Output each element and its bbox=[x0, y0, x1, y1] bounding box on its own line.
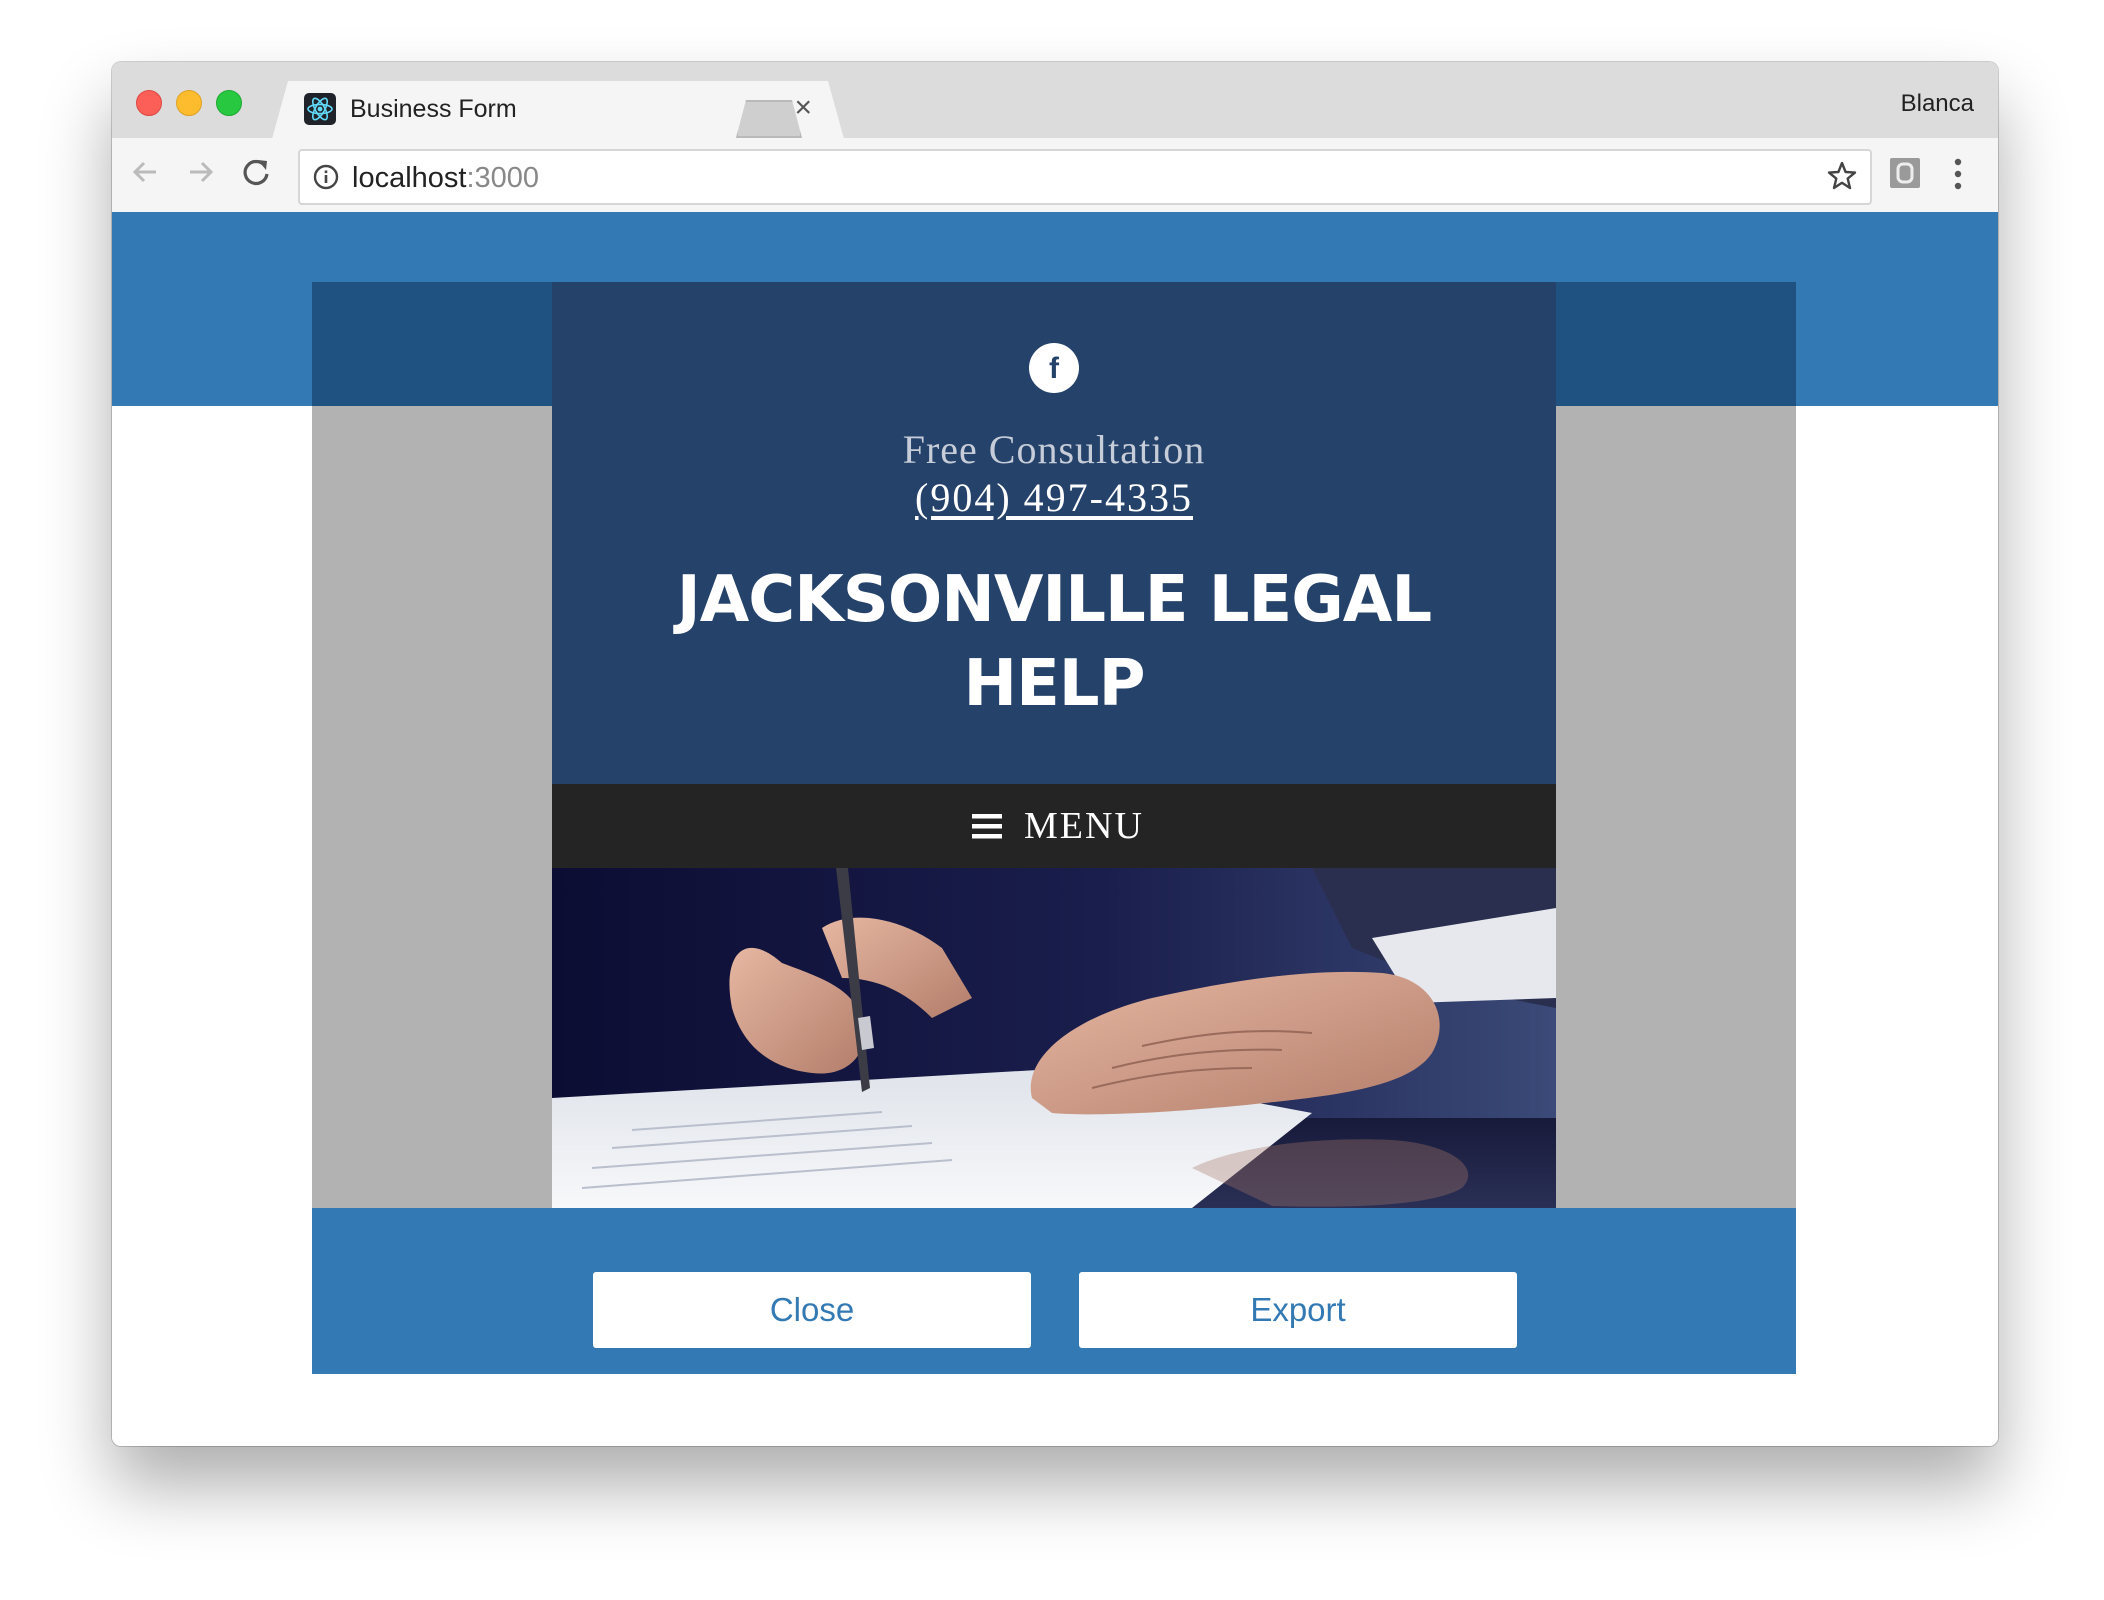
menu-bar[interactable]: MENU bbox=[552, 784, 1556, 868]
hamburger-icon[interactable] bbox=[970, 810, 1004, 842]
site-title: JACKSONVILLE LEGAL HELP bbox=[676, 563, 1432, 721]
bookmark-star-icon[interactable] bbox=[1826, 160, 1858, 192]
url-text: localhost:3000 bbox=[352, 162, 540, 194]
website-mockup: f Free Consultation (904) 497-4335 JACKS… bbox=[552, 282, 1556, 1208]
page-content: f Free Consultation (904) 497-4335 JACKS… bbox=[112, 212, 1998, 1446]
close-window-button[interactable] bbox=[136, 90, 162, 116]
browser-window: Business Form × Blanca localhost:3000 f … bbox=[112, 62, 1998, 1446]
site-header: f Free Consultation (904) 497-4335 JACKS… bbox=[552, 282, 1556, 784]
info-icon[interactable] bbox=[312, 163, 340, 191]
export-button[interactable]: Export bbox=[1079, 1272, 1517, 1348]
address-bar[interactable]: localhost:3000 bbox=[298, 149, 1872, 205]
extension-icon[interactable] bbox=[1888, 156, 1922, 190]
consultation-text: Free Consultation bbox=[902, 427, 1206, 472]
reload-icon[interactable] bbox=[236, 152, 276, 192]
hero-image bbox=[552, 868, 1556, 1208]
site-preview: f Free Consultation (904) 497-4335 JACKS… bbox=[312, 282, 1796, 1208]
react-icon bbox=[304, 93, 336, 125]
menu-label[interactable]: MENU bbox=[1024, 804, 1144, 848]
export-modal: f Free Consultation (904) 497-4335 JACKS… bbox=[312, 282, 1796, 1374]
facebook-icon[interactable]: f bbox=[1029, 343, 1079, 393]
new-tab-button[interactable] bbox=[736, 100, 802, 138]
maximize-window-button[interactable] bbox=[216, 90, 242, 116]
forward-arrow-icon[interactable] bbox=[180, 152, 220, 192]
minimize-window-button[interactable] bbox=[176, 90, 202, 116]
close-button[interactable]: Close bbox=[593, 1272, 1031, 1348]
more-options-icon[interactable] bbox=[1948, 154, 1968, 194]
phone-link[interactable]: (904) 497-4335 bbox=[552, 474, 1556, 521]
tab-title: Business Form bbox=[350, 95, 517, 123]
modal-footer: Close Export bbox=[312, 1208, 1796, 1374]
profile-name[interactable]: Blanca bbox=[1901, 90, 1974, 118]
tab-bar: Business Form × Blanca bbox=[112, 62, 1998, 138]
back-arrow-icon[interactable] bbox=[126, 152, 166, 192]
